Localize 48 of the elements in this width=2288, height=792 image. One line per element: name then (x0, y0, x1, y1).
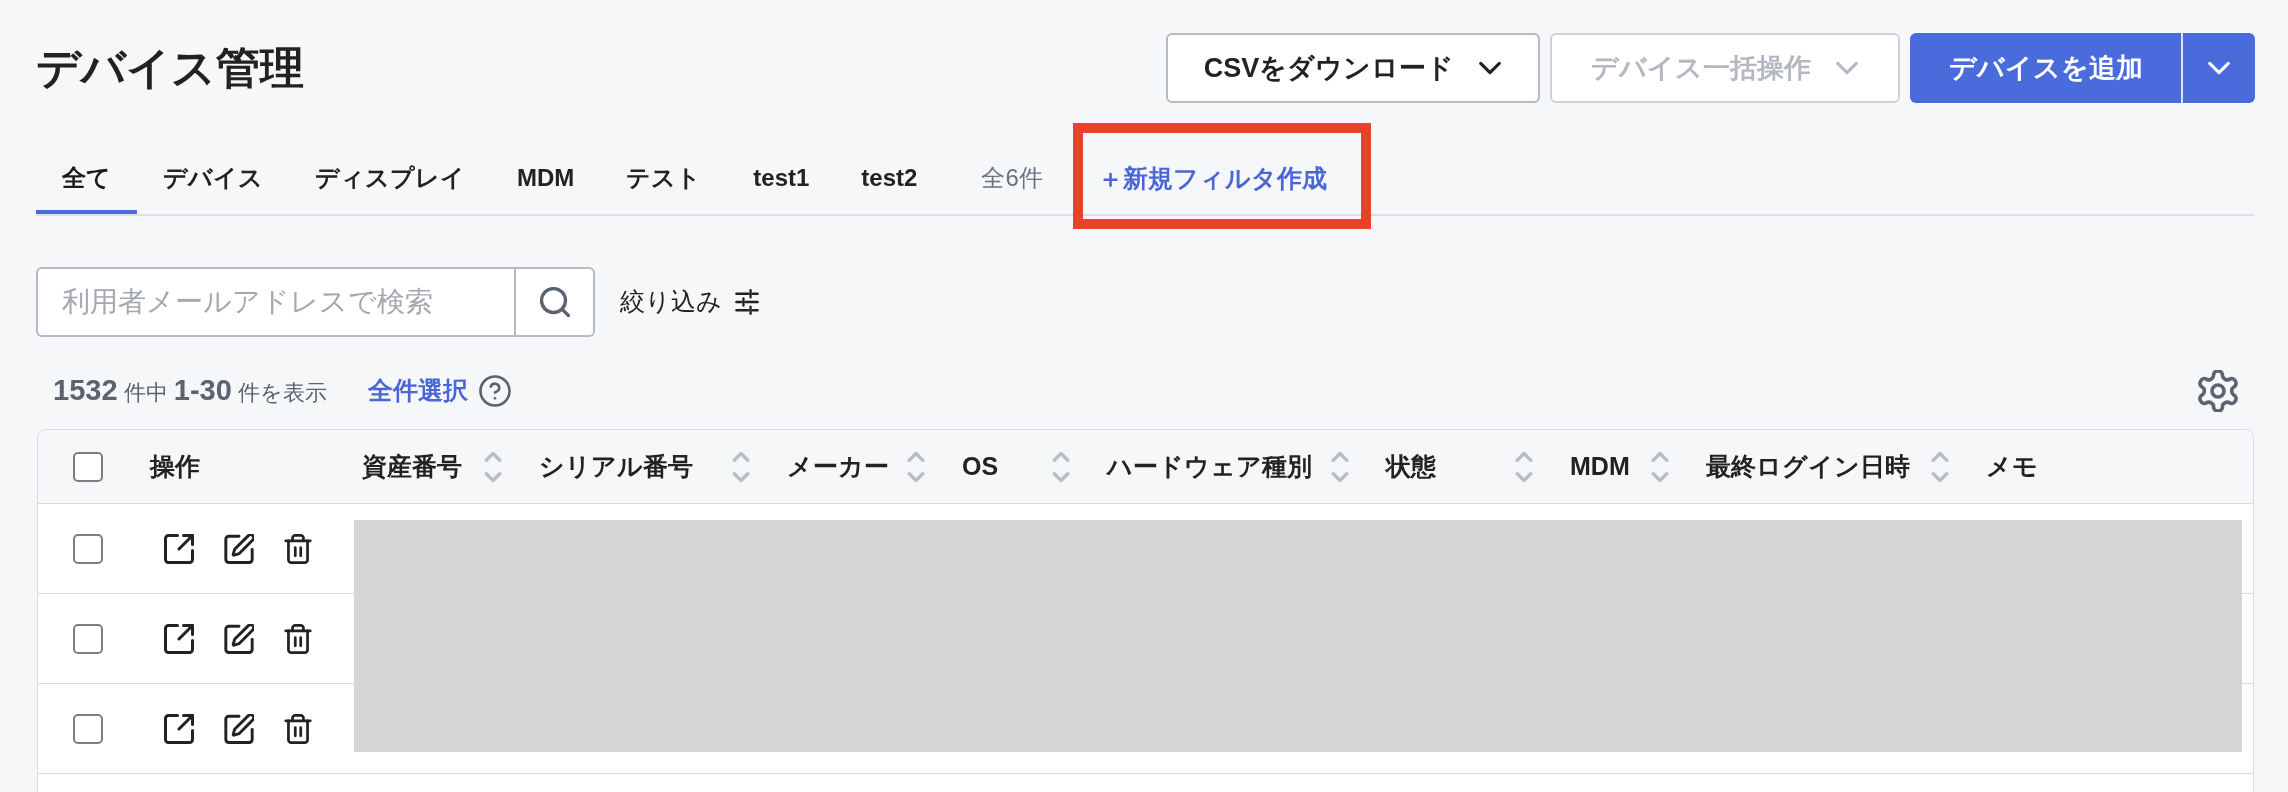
column-header: 資産番号 (362, 450, 462, 482)
trash-icon[interactable] (284, 533, 312, 564)
filter-count: 全6件 (981, 163, 1043, 193)
dropdown-toggle-button[interactable] (2181, 33, 2255, 103)
settings-icon[interactable] (2197, 370, 2239, 412)
column-header: 状態 (1386, 450, 1436, 482)
checkbox[interactable] (73, 623, 103, 654)
edit-icon[interactable] (224, 623, 254, 654)
checkbox[interactable] (73, 451, 103, 482)
external-link-icon[interactable] (164, 623, 194, 654)
chevron-down-icon (1835, 61, 1859, 75)
search-icon (539, 287, 570, 317)
search-field[interactable]: 利用者メールアドレスで検索 (36, 267, 516, 337)
tab[interactable]: test2 (835, 146, 944, 214)
chevron-down-icon (1478, 61, 1503, 75)
column-header: OS (962, 450, 999, 482)
dropdown-button[interactable]: CSVをダウンロード (1166, 33, 1540, 103)
filter-button[interactable]: 絞り込み (620, 283, 760, 321)
trash-icon[interactable] (284, 623, 312, 654)
tab[interactable]: ディスプレイ (289, 146, 491, 214)
page-title: デバイス管理 (36, 42, 304, 94)
edit-icon[interactable] (224, 713, 254, 744)
column-header: メモ (1986, 450, 2038, 482)
search-button[interactable] (516, 267, 595, 337)
primary-button[interactable]: デバイスを追加 (1910, 33, 2181, 103)
column-header: シリアル番号 (539, 450, 693, 482)
column-header: 操作 (150, 450, 200, 482)
sliders-icon (734, 289, 760, 315)
result-summary: 1532 件中 1-30 件を表示 (53, 373, 327, 409)
tab[interactable]: MDM (491, 146, 601, 214)
external-link-icon[interactable] (164, 713, 194, 744)
help-icon[interactable] (478, 375, 511, 407)
new-filter-link[interactable]: ＋新規フィルタ作成 (1097, 162, 1327, 194)
column-header: MDM (1570, 450, 1630, 482)
column-header: ハードウェア種別 (1107, 450, 1312, 482)
edit-icon[interactable] (224, 533, 254, 564)
column-header: 最終ログイン日時 (1706, 450, 1910, 482)
select-all-link[interactable]: 全件選択 (367, 372, 468, 410)
tab[interactable]: 全て (36, 146, 137, 214)
checkbox[interactable] (73, 713, 103, 744)
chevron-down-icon (2207, 61, 2231, 75)
external-link-icon[interactable] (164, 533, 194, 564)
tab[interactable]: テスト (600, 146, 728, 214)
checkbox[interactable] (73, 533, 103, 564)
tab[interactable]: デバイス (137, 146, 289, 214)
column-header: メーカー (787, 450, 889, 482)
trash-icon[interactable] (284, 713, 312, 744)
tab[interactable]: test1 (727, 146, 836, 214)
